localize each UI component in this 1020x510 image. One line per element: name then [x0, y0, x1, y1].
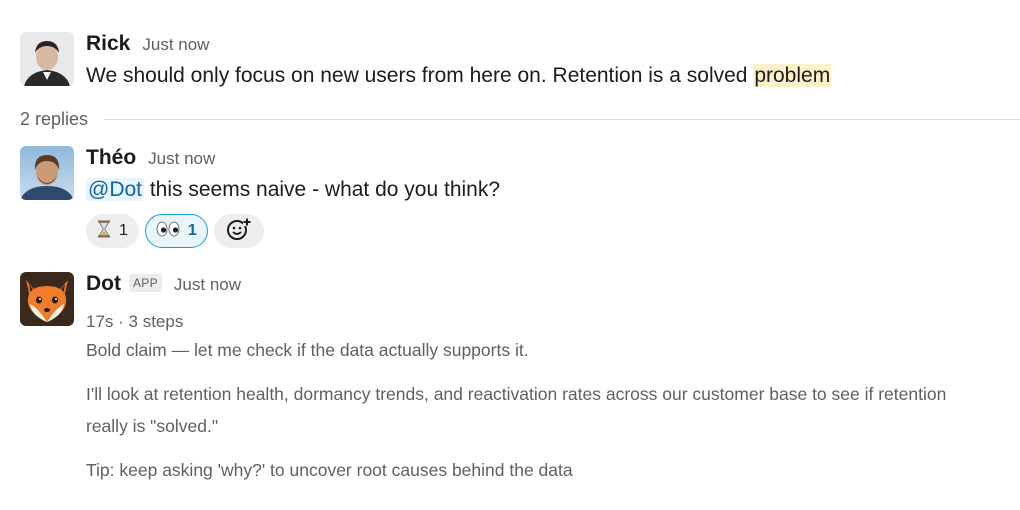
- reactions-bar: 1 1: [86, 214, 1010, 248]
- highlighted-word: problem: [753, 64, 832, 87]
- reaction-eyes[interactable]: 1: [144, 214, 208, 248]
- add-reaction-icon: [226, 217, 252, 246]
- eyes-icon: [156, 221, 180, 242]
- message-text-body: this seems naive - what do you think?: [144, 178, 501, 201]
- reaction-count: 1: [119, 222, 128, 239]
- divider-line: [104, 118, 1020, 120]
- hourglass-icon: [97, 220, 111, 243]
- message-dot: Dot APP Just now 17s · 3 steps Bold clai…: [20, 272, 1010, 497]
- timestamp[interactable]: Just now: [148, 149, 215, 169]
- avatar-dot[interactable]: [20, 272, 74, 326]
- avatar-theo[interactable]: [20, 146, 74, 200]
- replies-count[interactable]: 2 replies: [20, 109, 88, 130]
- reaction-hourglass[interactable]: 1: [86, 214, 139, 248]
- avatar-rick[interactable]: [20, 32, 74, 86]
- author-name[interactable]: Dot: [86, 272, 121, 296]
- message-text-body: We should only focus on new users from h…: [86, 64, 754, 87]
- author-name[interactable]: Théo: [86, 146, 136, 170]
- message-text: @Dot this seems naive - what do you thin…: [86, 174, 1010, 206]
- timestamp[interactable]: Just now: [174, 275, 241, 295]
- paragraph-3: Tip: keep asking 'why?' to uncover root …: [86, 460, 573, 480]
- message-theo: Théo Just now @Dot this seems naive - wh…: [20, 146, 1010, 256]
- mention-dot[interactable]: @Dot: [86, 178, 144, 201]
- paragraph-1: Bold claim — let me check if the data ac…: [86, 340, 529, 360]
- author-name[interactable]: Rick: [86, 32, 130, 56]
- steps-summary[interactable]: 17s · 3 steps: [86, 312, 1010, 332]
- message-text: We should only focus on new users from h…: [86, 60, 1010, 92]
- app-badge: APP: [129, 274, 162, 292]
- replies-divider: 2 replies: [20, 107, 1020, 131]
- timestamp[interactable]: Just now: [142, 35, 209, 55]
- message-rick: Rick Just now We should only focus on ne…: [20, 32, 1010, 92]
- paragraph-2: I'll look at retention health, dormancy …: [86, 384, 947, 436]
- reaction-count: 1: [187, 222, 197, 239]
- add-reaction-button[interactable]: [213, 214, 264, 248]
